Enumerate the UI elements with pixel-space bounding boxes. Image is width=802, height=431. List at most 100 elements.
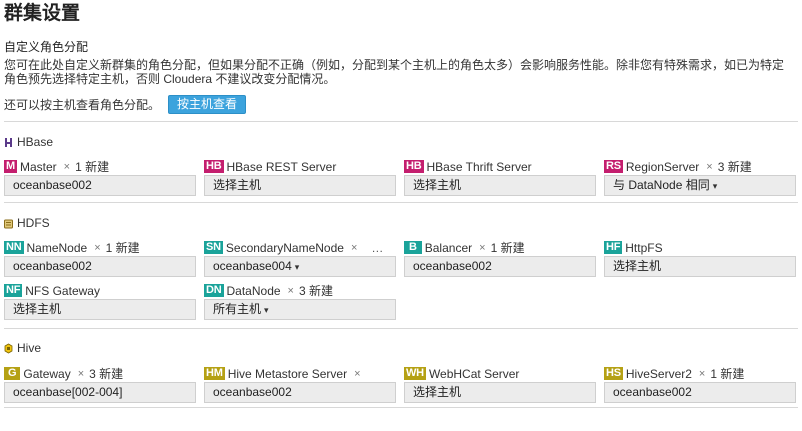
role-name: RegionServer xyxy=(625,159,700,174)
times-sign: × xyxy=(706,160,713,173)
host-value: 选择主机 xyxy=(413,178,462,192)
role-name: HBase Thrift Server xyxy=(426,159,532,174)
divider xyxy=(4,121,798,122)
host-selector[interactable]: 选择主机 xyxy=(604,256,796,277)
host-hint-row: 还可以按主机查看角色分配。 按主机查看 xyxy=(4,94,798,114)
role-count: 3 新建 xyxy=(89,367,124,381)
section-subtitle: 自定义角色分配 xyxy=(4,40,89,54)
role-count: 3 新建 xyxy=(717,160,752,174)
hive-icon xyxy=(4,343,13,354)
role-name: Gateway xyxy=(23,366,71,381)
host-value: oceanbase002 xyxy=(613,385,692,399)
host-value: oceanbase002 xyxy=(213,385,292,399)
hdfs-icon xyxy=(4,218,13,229)
service-name: Hive xyxy=(17,341,42,355)
role-name: WebHCat Server xyxy=(428,366,520,381)
times-sign: × xyxy=(287,284,294,297)
role-hbase-thrift-server: HB HBase Thrift Server 选择主机 xyxy=(404,158,604,196)
role-badge: DN xyxy=(204,284,224,297)
role-badge: G xyxy=(4,367,21,380)
role-hbase-rest-server: HB HBase REST Server 选择主机 xyxy=(204,158,404,196)
role-gateway: G Gateway × 3 新建 oceanbase[002-004] xyxy=(4,365,204,403)
divider xyxy=(4,328,798,329)
service-name: HBase xyxy=(17,135,54,149)
times-sign: × xyxy=(698,367,706,380)
host-selector[interactable]: oceanbase[002-004] xyxy=(4,382,196,403)
view-by-host-button[interactable]: 按主机查看 xyxy=(168,94,247,114)
role-badge: HF xyxy=(604,241,623,254)
role-badge: WH xyxy=(404,367,426,380)
role-badge: SN xyxy=(204,241,223,254)
host-value: 选择主机 xyxy=(13,302,62,316)
role-count: 1 新建 xyxy=(105,241,140,255)
host-value: oceanbase004 xyxy=(213,259,292,273)
times-sign: × xyxy=(354,367,361,380)
host-value: oceanbase[002-004] xyxy=(13,385,123,399)
role-hive-metastore-server: HM Hive Metastore Server × oceanbase002 xyxy=(204,365,404,403)
role-name: HiveServer2 xyxy=(625,366,692,381)
host-selector[interactable]: oceanbase002 xyxy=(204,382,396,403)
role-name: Master xyxy=(19,159,57,174)
host-value: oceanbase002 xyxy=(13,259,92,273)
host-value: 选择主机 xyxy=(213,178,262,192)
host-selector-dropdown[interactable]: 与 DataNode 相同 ▾ xyxy=(604,175,796,196)
role-grid-hdfs: NN NameNode × 1 新建 oceanbase002 SN Secon… xyxy=(4,239,798,320)
host-hint-text: 还可以按主机查看角色分配。 xyxy=(4,97,161,112)
role-badge: NN xyxy=(4,241,24,254)
role-grid-hbase: M Master × 1 新建 oceanbase002 HB HBase RE… xyxy=(4,158,798,196)
role-nfs-gateway: NF NFS Gateway 选择主机 xyxy=(4,282,204,320)
role-count: 3 新建 xyxy=(298,284,333,298)
role-count: 1 新建 xyxy=(490,241,525,255)
caret-down-icon: ▾ xyxy=(294,262,300,272)
role-httpfs: HF HttpFS 选择主机 xyxy=(604,239,798,277)
times-sign: × xyxy=(77,367,85,380)
divider xyxy=(4,202,798,203)
host-selector-dropdown[interactable]: oceanbase004 ▾ xyxy=(204,256,396,277)
host-selector[interactable]: 选择主机 xyxy=(404,175,596,196)
role-name: SecondaryNameNode xyxy=(225,240,344,255)
role-name: DataNode xyxy=(226,283,281,298)
host-selector[interactable]: 选择主机 xyxy=(404,382,596,403)
host-selector[interactable]: oceanbase002 xyxy=(4,256,196,277)
role-master: M Master × 1 新建 oceanbase002 xyxy=(4,158,204,196)
host-selector[interactable]: oceanbase002 xyxy=(404,256,596,277)
role-badge: HB xyxy=(404,160,424,173)
role-count: 1 新建 xyxy=(75,160,110,174)
page-title: 群集设置 xyxy=(4,3,81,24)
host-selector[interactable]: 选择主机 xyxy=(4,299,196,320)
role-namenode: NN NameNode × 1 新建 oceanbase002 xyxy=(4,239,204,277)
times-sign: × xyxy=(63,160,71,173)
assignment-description: 您可在此处自定义新群集的角色分配，但如果分配不正确（例如，分配到某个主机上的角色… xyxy=(4,58,785,86)
role-badge: B xyxy=(404,241,422,254)
host-value: 选择主机 xyxy=(613,259,662,273)
ellipsis: … xyxy=(371,240,384,255)
role-badge: RS xyxy=(604,160,623,173)
host-value: 所有主机 xyxy=(213,302,262,316)
service-section-hive: Hive G Gateway × 3 新建 oceanbase[002-004]… xyxy=(4,340,798,403)
host-selector[interactable]: oceanbase002 xyxy=(604,382,796,403)
host-value: oceanbase002 xyxy=(413,259,492,273)
times-sign: × xyxy=(94,241,101,254)
caret-down-icon: ▾ xyxy=(264,305,269,315)
service-header-hive: Hive xyxy=(4,340,798,356)
service-section-hdfs: HDFS NN NameNode × 1 新建 oceanbase002 SN … xyxy=(4,215,798,320)
role-name: Hive Metastore Server xyxy=(227,366,348,381)
service-header-hdfs: HDFS xyxy=(4,215,798,231)
service-header-hbase: HBase xyxy=(4,134,798,150)
role-grid-hive: G Gateway × 3 新建 oceanbase[002-004] HM H… xyxy=(4,365,798,403)
role-secondarynamenode: SN SecondaryNameNode × … oceanbase004 ▾ xyxy=(204,239,404,277)
role-name: HBase REST Server xyxy=(226,159,337,174)
role-webhcat-server: WH WebHCat Server 选择主机 xyxy=(404,365,604,403)
host-value: oceanbase002 xyxy=(13,178,92,192)
role-name: NameNode xyxy=(26,240,88,255)
times-sign: × xyxy=(479,241,486,254)
host-value: 选择主机 xyxy=(413,385,462,399)
host-selector[interactable]: oceanbase002 xyxy=(4,175,196,196)
host-selector-dropdown[interactable]: 所有主机 ▾ xyxy=(204,299,396,320)
service-name: HDFS xyxy=(17,216,50,230)
role-datanode: DN DataNode × 3 新建 所有主机 ▾ xyxy=(204,282,404,320)
host-selector[interactable]: 选择主机 xyxy=(204,175,396,196)
role-balancer: B Balancer × 1 新建 oceanbase002 xyxy=(404,239,604,277)
role-name: HttpFS xyxy=(625,240,663,255)
role-badge: HB xyxy=(204,160,224,173)
